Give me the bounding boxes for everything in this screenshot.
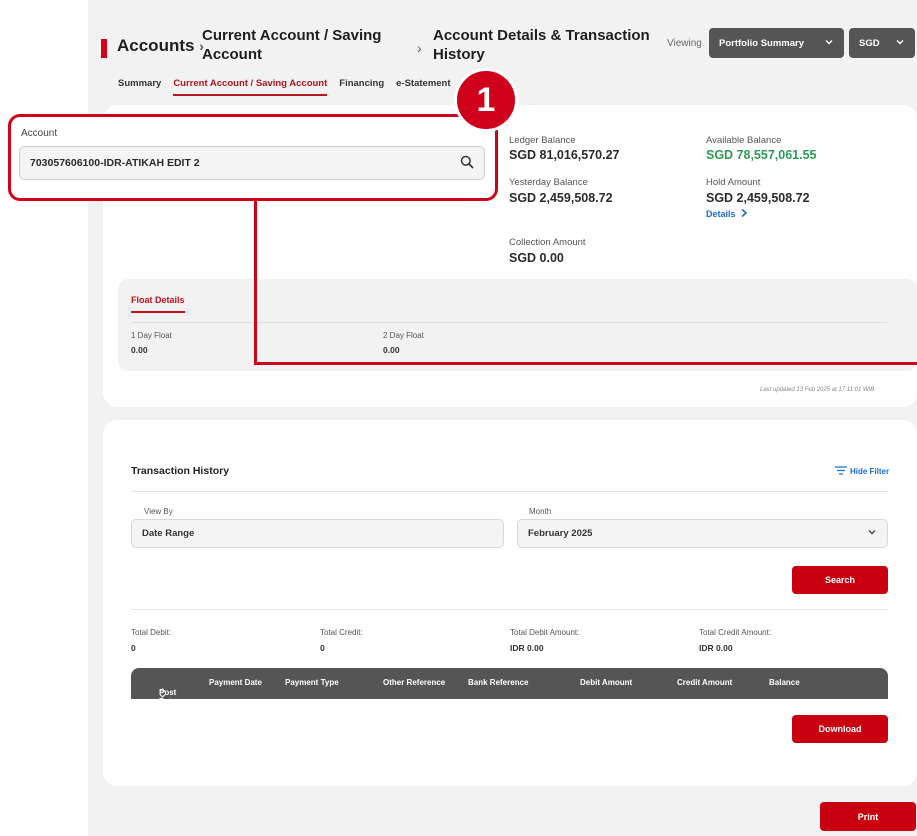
- column-bank-reference[interactable]: Bank Reference: [468, 678, 528, 687]
- account-search-input[interactable]: 703057606100-IDR-ATIKAH EDIT 2: [19, 146, 485, 180]
- yesterday-balance-value: SGD 2,459,508.72: [509, 191, 613, 205]
- sort-icon: [159, 688, 166, 700]
- account-value: 703057606100-IDR-ATIKAH EDIT 2: [30, 157, 200, 169]
- view-by-label: View By: [144, 507, 173, 516]
- breadcrumb-separator: ›: [417, 40, 422, 56]
- hold-amount-value: SGD 2,459,508.72: [706, 191, 810, 205]
- day1-float-value: 0.00: [131, 345, 148, 355]
- float-details-underline: [131, 311, 185, 313]
- transaction-history-title: Transaction History: [131, 465, 230, 477]
- tab-financing[interactable]: Financing: [339, 78, 384, 89]
- month-value: February 2025: [528, 528, 593, 539]
- ledger-balance-value: SGD 81,016,570.27: [509, 148, 620, 162]
- last-updated-text: Last updated 13 Feb 2025 at 17:11:01 WIB: [760, 387, 875, 393]
- total-credit-value: 0: [320, 643, 325, 653]
- search-icon[interactable]: [460, 155, 474, 172]
- account-label: Account: [21, 128, 58, 139]
- hold-details-link[interactable]: Details: [706, 208, 748, 220]
- yesterday-balance-label: Yesterday Balance: [509, 177, 588, 188]
- day2-float-label: 2 Day Float: [383, 331, 424, 340]
- breadcrumb: Accounts ›: [117, 36, 204, 56]
- transaction-table-header: Post Date Payment Date Payment Type Othe…: [131, 668, 888, 706]
- available-balance-label: Available Balance: [706, 135, 782, 146]
- portfolio-select[interactable]: Portfolio Summary: [709, 28, 844, 58]
- breadcrumb-current-saving[interactable]: Current Account / Saving Account: [202, 26, 412, 64]
- chevron-down-icon: [895, 37, 905, 50]
- column-payment-type[interactable]: Payment Type: [285, 678, 339, 687]
- print-button[interactable]: Print: [820, 802, 916, 831]
- total-credit-amount-label: Total Credit Amount:: [699, 628, 772, 637]
- column-other-reference[interactable]: Other Reference: [383, 678, 445, 687]
- currency-select-value: SGD: [859, 37, 880, 49]
- month-label: Month: [529, 507, 552, 516]
- tab-e-statement[interactable]: e-Statement: [396, 78, 450, 89]
- portfolio-select-value: Portfolio Summary: [719, 37, 804, 49]
- divider: [131, 609, 888, 610]
- step-number-badge: 1: [454, 68, 518, 132]
- collection-amount-label: Collection Amount: [509, 237, 586, 248]
- float-details-panel: [118, 279, 917, 371]
- divider: [131, 491, 888, 492]
- total-debit-amount-label: Total Debit Amount:: [510, 628, 580, 637]
- breadcrumb-accounts[interactable]: Accounts: [117, 36, 194, 55]
- annotation-connector-line: [254, 362, 917, 365]
- view-by-select[interactable]: Date Range: [131, 519, 504, 548]
- total-debit-amount-value: IDR 0.00: [510, 643, 544, 653]
- float-divider: [131, 322, 887, 323]
- chevron-down-icon: [824, 37, 834, 50]
- collection-amount-value: SGD 0.00: [509, 251, 564, 265]
- viewing-label: Viewing: [667, 38, 702, 49]
- available-balance-value: SGD 78,557,061.55: [706, 148, 817, 162]
- hide-filter-button[interactable]: Hide Filter: [835, 466, 889, 477]
- breadcrumb-accent-bar: [101, 39, 107, 58]
- account-selector-highlight: Account 703057606100-IDR-ATIKAH EDIT 2: [8, 114, 498, 201]
- filter-icon: [835, 466, 847, 477]
- chevron-down-icon: [867, 527, 877, 540]
- tab-summary[interactable]: Summary: [118, 78, 161, 89]
- column-credit-amount[interactable]: Credit Amount: [677, 678, 732, 687]
- total-credit-label: Total Credit:: [320, 628, 363, 637]
- column-payment-date[interactable]: Payment Date: [209, 678, 262, 687]
- ledger-balance-label: Ledger Balance: [509, 135, 576, 146]
- tab-bar: Summary Current Account / Saving Account…: [118, 78, 451, 96]
- column-balance[interactable]: Balance: [769, 678, 800, 687]
- view-by-value: Date Range: [142, 528, 195, 539]
- page-title: Account Details & Transaction History: [433, 27, 650, 63]
- annotation-connector-line: [254, 198, 257, 365]
- float-details-tab[interactable]: Float Details: [131, 295, 185, 305]
- day1-float-label: 1 Day Float: [131, 331, 172, 340]
- currency-select[interactable]: SGD: [849, 28, 915, 58]
- total-debit-label: Total Debit:: [131, 628, 172, 637]
- details-link-label: Details: [706, 209, 736, 219]
- chevron-right-icon: [740, 208, 748, 220]
- day2-float-value: 0.00: [383, 345, 400, 355]
- total-credit-amount-value: IDR 0.00: [699, 643, 733, 653]
- tab-current-saving[interactable]: Current Account / Saving Account: [173, 78, 327, 96]
- hide-filter-label: Hide Filter: [850, 467, 890, 476]
- search-button[interactable]: Search: [792, 566, 888, 594]
- column-debit-amount[interactable]: Debit Amount: [580, 678, 632, 687]
- download-button[interactable]: Download: [792, 715, 888, 743]
- month-select[interactable]: February 2025: [517, 519, 888, 548]
- total-debit-value: 0: [131, 643, 136, 653]
- hold-amount-label: Hold Amount: [706, 177, 761, 188]
